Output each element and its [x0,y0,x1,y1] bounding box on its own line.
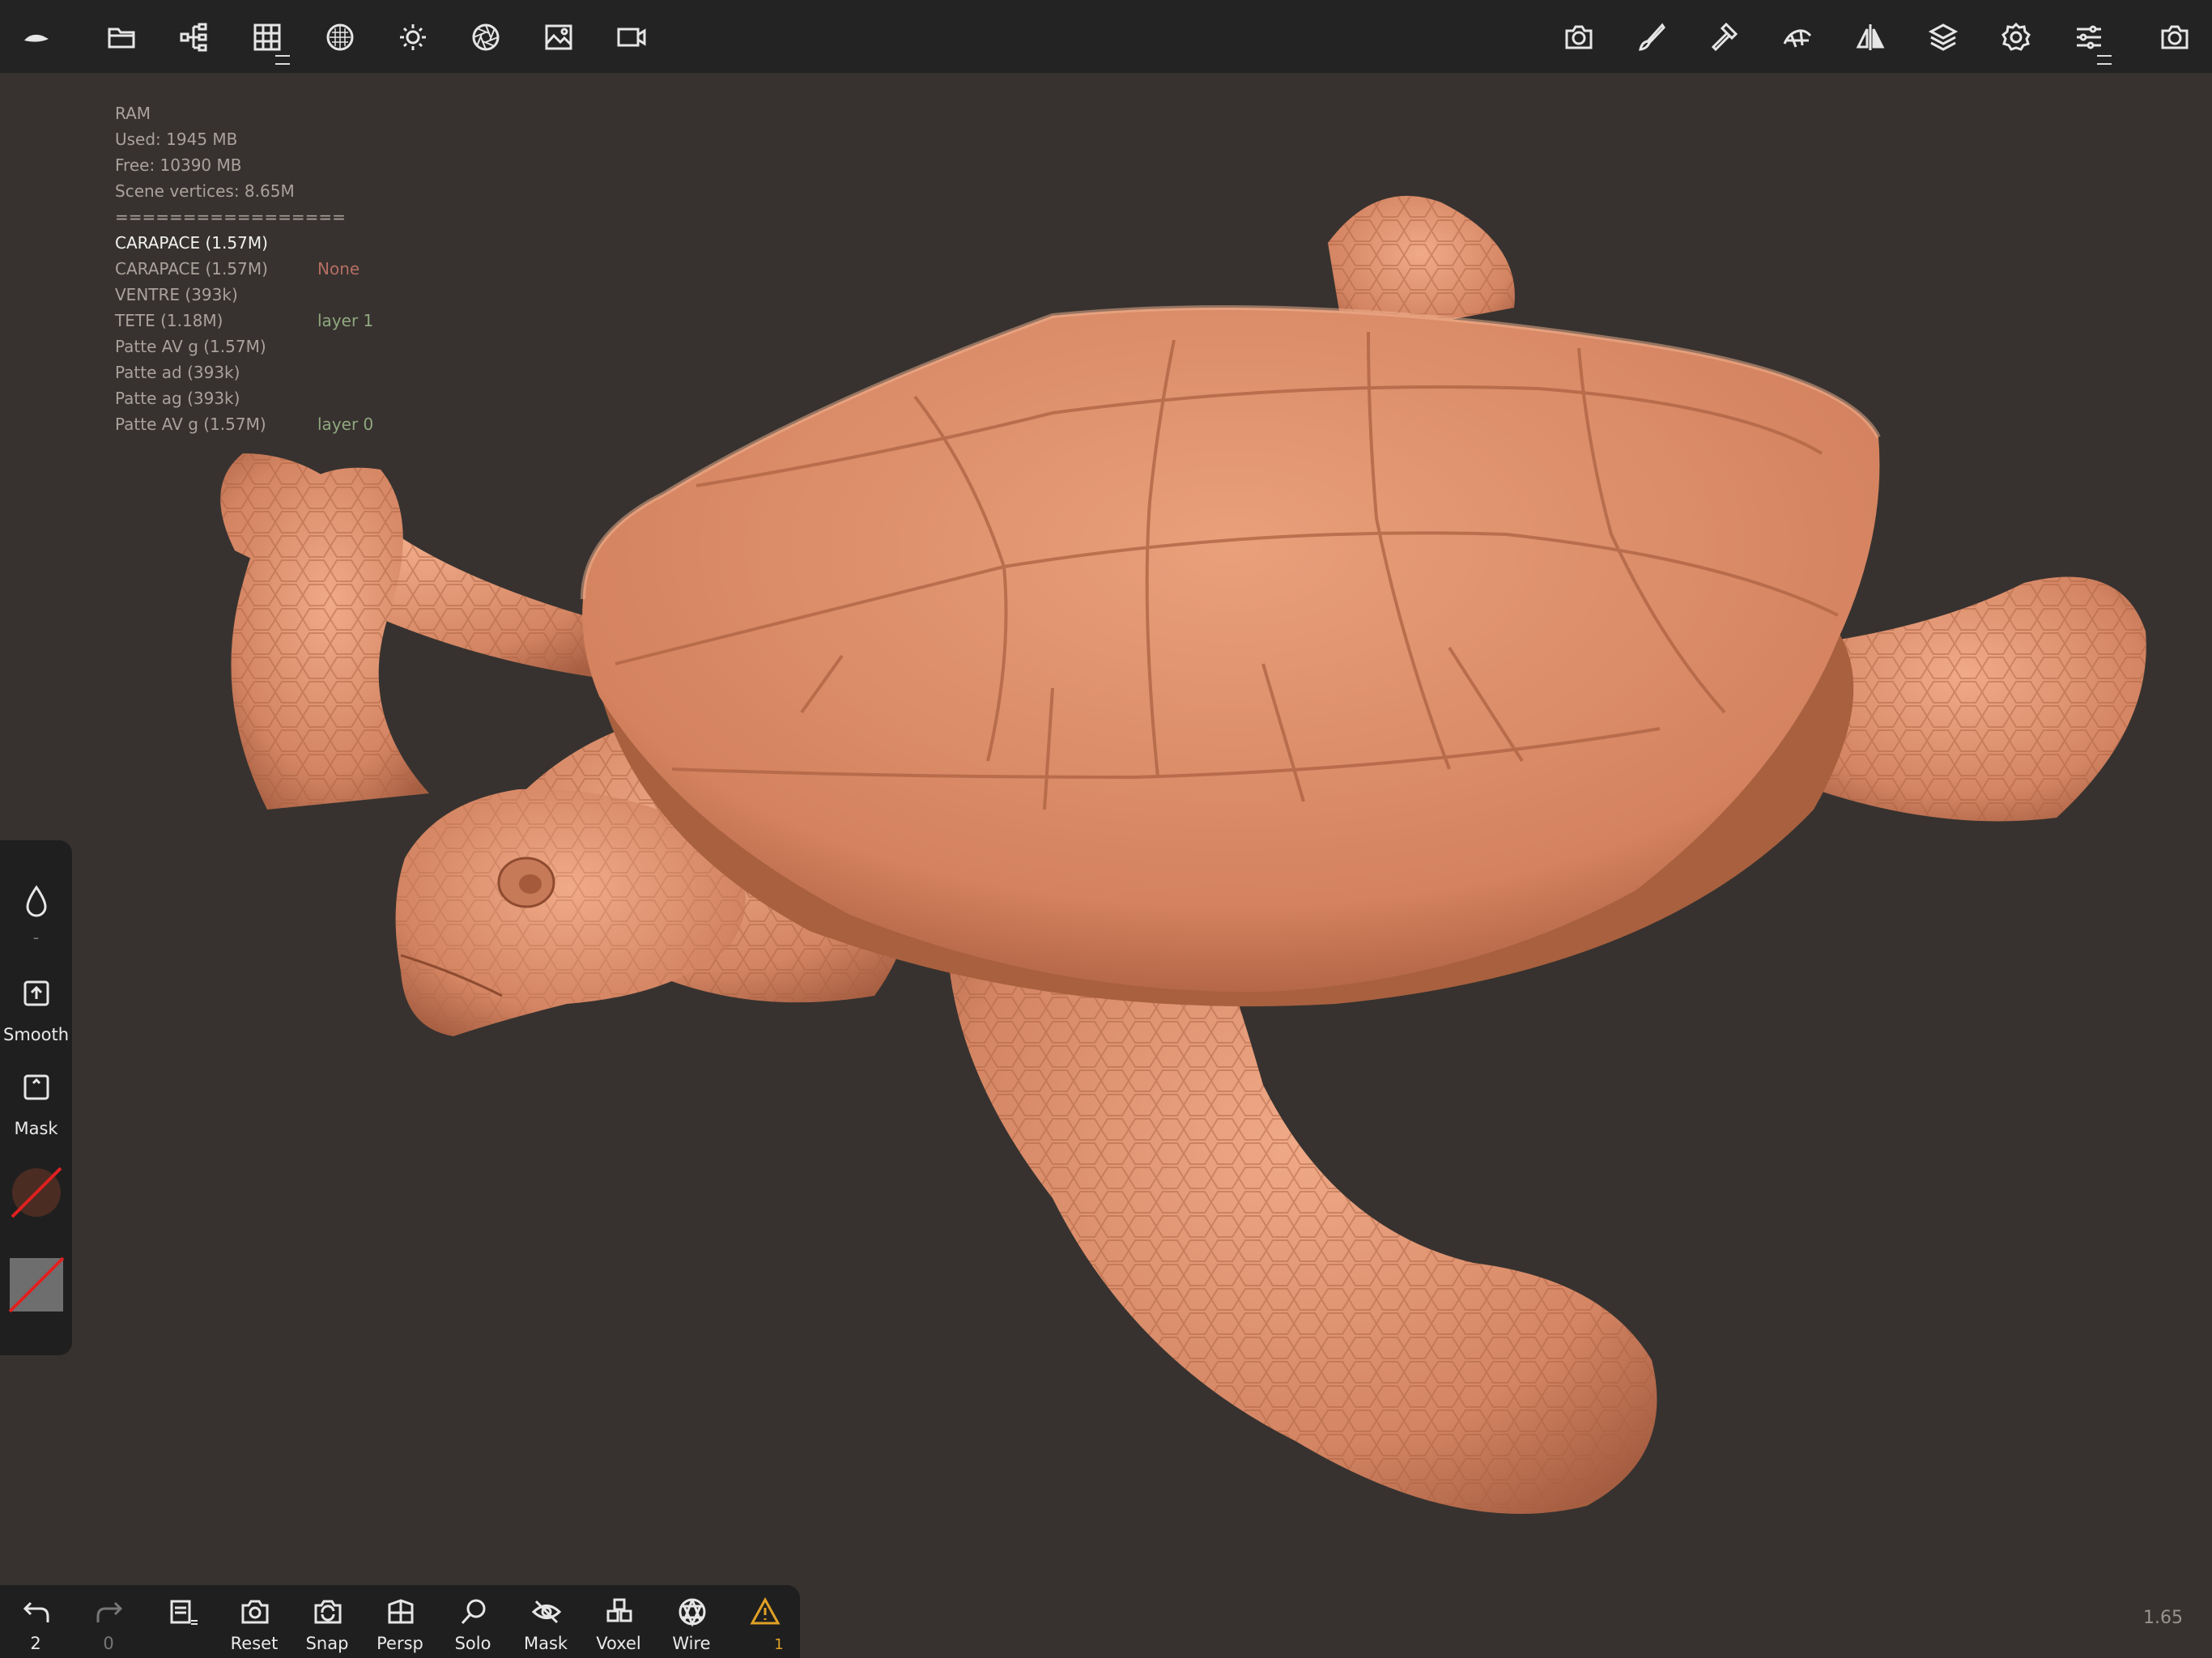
solo-label: Solo [454,1634,491,1653]
object-list-item[interactable]: Patte ag (393k) [115,385,346,411]
bottom-toolbar: 2 0 Reset Snap Persp Solo Mask Voxel Wir… [0,1585,800,1658]
snap-camera-icon [314,1600,342,1624]
logo-icon[interactable] [13,15,58,60]
aperture-icon[interactable] [463,15,508,60]
persp-label: Persp [376,1634,423,1653]
smooth-label[interactable]: Smooth [0,1025,72,1044]
top-toolbar [0,0,2212,73]
settings-gear-icon[interactable] [1993,15,2039,60]
object-list-item[interactable]: CARAPACE (1.57M) None [115,256,359,282]
ram-title: RAM [115,104,151,123]
object-tag: layer 1 [317,311,374,330]
scene-tree-icon[interactable] [172,15,217,60]
object-list-item[interactable]: Patte ad (393k) [115,359,346,385]
wire-label: Wire [672,1634,711,1653]
object-tag: layer 0 [317,414,374,434]
solo-button[interactable]: Solo [440,1585,505,1658]
scene-list-button[interactable] [149,1585,214,1658]
perspective-icon [388,1599,414,1624]
video-camera-icon[interactable] [609,15,654,60]
reset-camera-icon [241,1600,269,1624]
screenshot-camera-icon[interactable] [2152,15,2197,60]
hammer-icon[interactable] [1702,15,1747,60]
voxel-button[interactable]: Voxel [586,1585,651,1658]
sliders-icon[interactable] [2066,15,2112,60]
warning-count: 1 [774,1636,784,1653]
warning-button[interactable]: 1 [732,1585,797,1658]
left-side-panel: - Smooth Mask [0,840,72,1355]
dropper-icon[interactable] [21,884,52,920]
search-icon [461,1599,486,1625]
smooth-icon[interactable] [23,980,50,1007]
undo-button[interactable]: 2 [3,1585,68,1658]
mask-label[interactable]: Mask [0,1119,72,1138]
voxel-cubes-icon [606,1598,632,1622]
reset-label: Reset [230,1634,279,1653]
mask-label: Mask [523,1634,568,1653]
object-list-item[interactable]: TETE (1.18M) layer 1 [115,308,373,334]
wireframe-sphere-icon [678,1598,706,1627]
object-list-item[interactable]: CARAPACE (1.57M) [115,230,346,256]
scene-list-icon [170,1600,198,1625]
ram-free: Free: 10390 MB [115,155,242,175]
image-icon[interactable] [536,15,581,60]
scene-vertices: Scene vertices: 8.65M [115,181,295,201]
folder-icon[interactable] [99,15,144,60]
object-list-item[interactable]: Patte AV g (1.57M) [115,334,346,359]
mask-visibility-button[interactable]: Mask [513,1585,578,1658]
undo-icon [23,1601,49,1622]
material-swatch[interactable] [8,1164,65,1221]
reset-button[interactable]: Reset [222,1585,287,1658]
persp-button[interactable]: Persp [368,1585,432,1658]
ram-used: Used: 1945 MB [115,130,238,149]
dropper-value: - [32,928,40,947]
topology-icon[interactable] [1775,15,1820,60]
object-tag: None [317,259,360,278]
grid-submenu-icon [275,55,290,65]
snap-label: Snap [305,1634,349,1653]
mask-icon[interactable] [23,1073,50,1101]
redo-icon [96,1601,123,1622]
sliders-submenu-icon [2097,55,2112,65]
grid-icon[interactable] [245,15,290,60]
light-sun-icon[interactable] [390,15,436,60]
wire-button[interactable]: Wire [659,1585,724,1658]
color-swatch[interactable] [8,1256,65,1313]
camera-icon[interactable] [1556,15,1602,60]
version-label: 1.65 [2143,1608,2183,1628]
object-list-item[interactable]: Patte AV g (1.57M) layer 0 [115,411,373,437]
layers-icon[interactable] [1921,15,1966,60]
voxel-label: Voxel [596,1634,641,1653]
material-sphere-icon[interactable] [317,15,363,60]
redo-button[interactable]: 0 [76,1585,141,1658]
object-list-item[interactable]: VENTRE (393k) [115,282,346,308]
separator: ================= [115,207,346,227]
undo-count: 2 [30,1634,41,1653]
snap-button[interactable]: Snap [295,1585,359,1658]
brush-icon[interactable] [1629,15,1674,60]
symmetry-icon[interactable] [1848,15,1893,60]
eye-off-icon [531,1600,562,1624]
scene-info-panel: RAM Used: 1945 MB Free: 10390 MB Scene v… [115,100,373,437]
redo-count: 0 [103,1634,114,1653]
warning-icon [750,1596,781,1625]
